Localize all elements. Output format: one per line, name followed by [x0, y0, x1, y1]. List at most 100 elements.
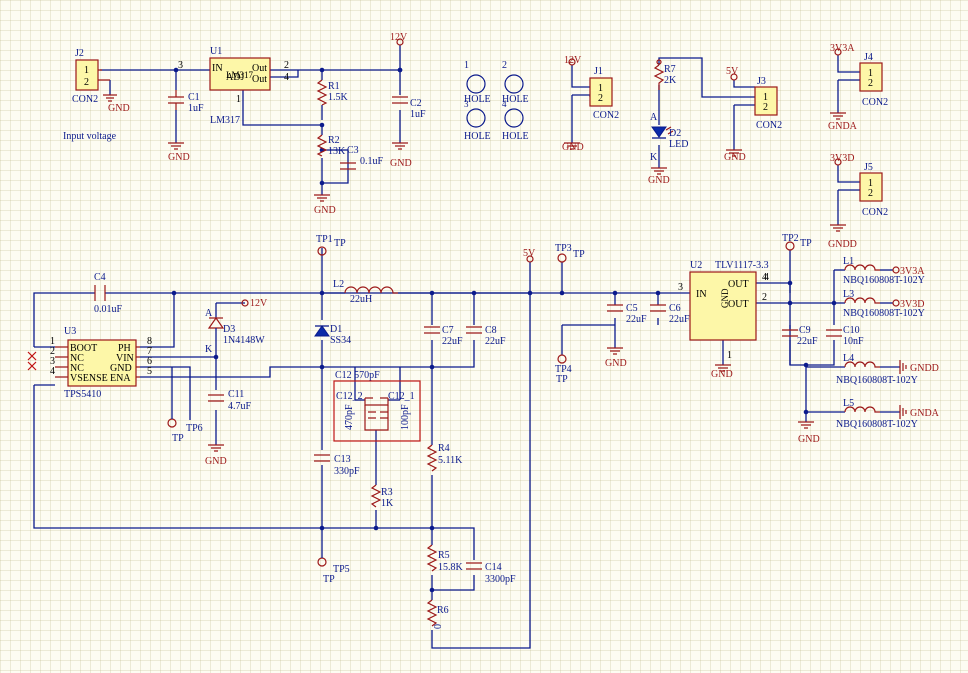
- testpoint-tp2: TP2 TP: [782, 233, 812, 251]
- svg-text:C1: C1: [188, 92, 200, 103]
- svg-text:CON2: CON2: [862, 207, 888, 218]
- capacitor-c5: C5 22uF GND: [605, 303, 647, 369]
- svg-text:2K: 2K: [664, 75, 677, 86]
- svg-text:VSENSE: VSENSE: [70, 373, 108, 384]
- svg-text:4: 4: [50, 366, 55, 377]
- svg-text:3V3A: 3V3A: [900, 266, 925, 277]
- svg-text:TP: TP: [323, 574, 335, 585]
- svg-text:1K: 1K: [381, 498, 394, 509]
- schematic-sheet: 12 J2 CON2 Input voltage GND C1 1uF 3 GN…: [0, 0, 968, 673]
- svg-text:GND: GND: [605, 358, 627, 369]
- svg-text:C11: C11: [228, 389, 244, 400]
- svg-text:10nF: 10nF: [843, 336, 864, 347]
- svg-text:C12 570pF: C12 570pF: [335, 370, 380, 381]
- ic-u3: BOOT NC NC VSENSE PH VIN GND ENA 12 34 8…: [27, 326, 152, 400]
- svg-text:15.8K: 15.8K: [438, 562, 464, 573]
- svg-text:5.11K: 5.11K: [438, 455, 463, 466]
- svg-text:GNDA: GNDA: [828, 121, 858, 132]
- svg-text:0.01uF: 0.01uF: [94, 304, 123, 315]
- svg-text:3300pF: 3300pF: [485, 574, 516, 585]
- svg-text:0: 0: [433, 624, 444, 629]
- svg-text:12V: 12V: [564, 55, 582, 66]
- capacitor-c9: C9 22uF: [782, 325, 818, 347]
- svg-text:J3: J3: [757, 76, 766, 87]
- svg-text:5: 5: [147, 366, 152, 377]
- svg-text:K: K: [205, 344, 213, 355]
- svg-text:HOLE: HOLE: [464, 131, 491, 142]
- svg-text:R5: R5: [438, 550, 450, 561]
- svg-text:1: 1: [727, 350, 732, 361]
- svg-text:J1: J1: [594, 66, 603, 77]
- svg-text:GND: GND: [648, 175, 670, 186]
- svg-text:IN: IN: [696, 289, 707, 300]
- svg-text:TP3: TP3: [555, 243, 572, 254]
- svg-text:Out: Out: [252, 63, 267, 74]
- svg-text:R4: R4: [438, 443, 450, 454]
- svg-text:SS34: SS34: [330, 335, 351, 346]
- svg-text:1: 1: [236, 94, 241, 105]
- svg-text:470pF: 470pF: [344, 404, 355, 430]
- svg-text:LED: LED: [669, 139, 688, 150]
- svg-text:GNDD: GNDD: [910, 363, 939, 374]
- resistor-r2: R2 13K: [316, 134, 346, 157]
- svg-text:L1: L1: [843, 256, 854, 267]
- mounting-holes: 1 2 HOLE HOLE 3 4 HOLE HOLE: [464, 60, 529, 142]
- capacitor-c1: C1 1uF 3: [168, 60, 204, 114]
- svg-text:4: 4: [284, 72, 289, 83]
- svg-text:C5: C5: [626, 303, 638, 314]
- resistor-r5: R5 15.8K: [426, 544, 464, 573]
- input-voltage-label: Input voltage: [63, 131, 117, 142]
- svg-text:22uF: 22uF: [485, 336, 506, 347]
- svg-text:2: 2: [868, 188, 873, 199]
- capacitor-c11: C11 4.7uF GND: [205, 389, 252, 467]
- capacitor-c2: C2 1uF: [392, 96, 426, 120]
- svg-text:TP: TP: [556, 374, 568, 385]
- j2-value: CON2: [72, 94, 98, 105]
- svg-text:TP2: TP2: [782, 233, 799, 244]
- inductor-l1: L1 NBQ160808T-102Y 3V3A: [843, 256, 925, 286]
- power-12v-top: 12V: [390, 32, 408, 46]
- svg-text:L4: L4: [843, 353, 854, 364]
- svg-text:2: 2: [763, 102, 768, 113]
- svg-text:3: 3: [464, 99, 469, 109]
- svg-text:2: 2: [284, 60, 289, 71]
- svg-text:ENA: ENA: [110, 373, 131, 384]
- svg-text:TP1: TP1: [316, 234, 333, 245]
- svg-text:TP5: TP5: [333, 564, 350, 575]
- gnd-j2: GND: [103, 94, 130, 114]
- svg-text:3V3D: 3V3D: [900, 299, 924, 310]
- svg-text:TLV1117-3.3: TLV1117-3.3: [715, 260, 769, 271]
- svg-text:C10: C10: [843, 325, 860, 336]
- capacitor-c6: C6 22uF: [650, 303, 690, 325]
- svg-text:GND: GND: [390, 158, 412, 169]
- svg-text:R7: R7: [664, 64, 676, 75]
- svg-text:U3: U3: [64, 326, 76, 337]
- svg-text:1N4148W: 1N4148W: [223, 335, 265, 346]
- svg-text:1: 1: [464, 60, 469, 71]
- svg-text:L3: L3: [843, 289, 854, 300]
- svg-text:2: 2: [868, 78, 873, 89]
- testpoint-tp3: TP3 TP: [555, 243, 585, 263]
- svg-text:22uF: 22uF: [797, 336, 818, 347]
- connector-j5: 3V3D 12 J5 CON2 GNDD: [828, 153, 888, 250]
- svg-text:C7: C7: [442, 325, 454, 336]
- svg-text:C3: C3: [347, 145, 359, 156]
- svg-text:C13: C13: [334, 454, 351, 465]
- capacitor-c3: C3 0.1uF: [340, 145, 384, 170]
- gnd-c1: GND: [168, 142, 190, 163]
- svg-text:K: K: [650, 152, 658, 163]
- svg-text:2: 2: [598, 93, 603, 104]
- svg-text:D2: D2: [669, 128, 681, 139]
- connector-j3: 5V 12 J3 CON2 GND: [724, 66, 782, 163]
- svg-text:D3: D3: [223, 324, 235, 335]
- svg-text:R1: R1: [328, 81, 340, 92]
- svg-text:C4: C4: [94, 272, 106, 283]
- testpoint-tp4: TP4 TP: [555, 354, 572, 385]
- svg-text:J5: J5: [864, 162, 873, 173]
- capacitor-c7: C7 22uF: [424, 325, 463, 347]
- testpoint-tp6: TP6 TP: [167, 367, 203, 444]
- svg-text:TP: TP: [334, 238, 346, 249]
- gnd-filter: GND: [798, 421, 820, 445]
- svg-text:GND: GND: [720, 288, 730, 308]
- svg-text:GND: GND: [168, 152, 190, 163]
